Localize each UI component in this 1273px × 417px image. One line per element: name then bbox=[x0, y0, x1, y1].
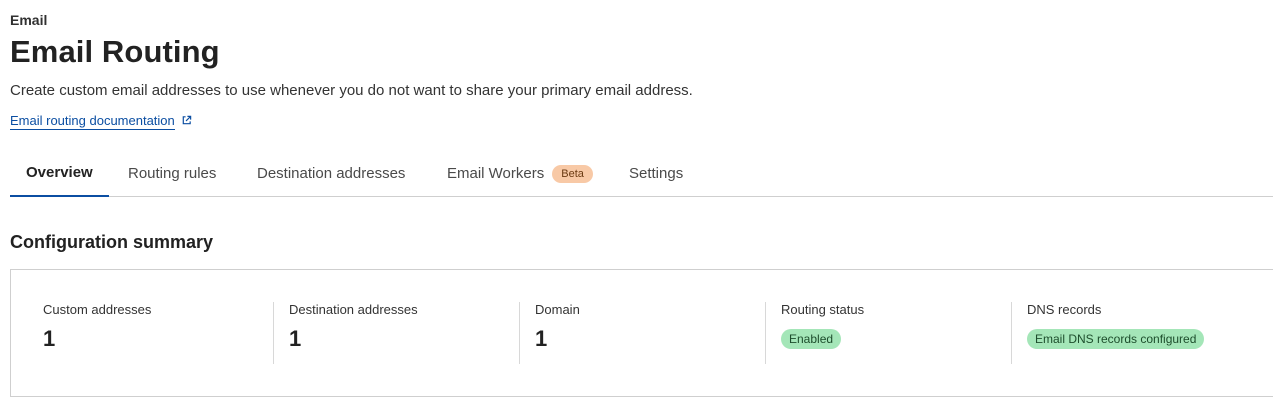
stat-value: 1 bbox=[43, 326, 56, 351]
status-badge: Enabled bbox=[781, 329, 842, 349]
breadcrumb: Email bbox=[10, 12, 48, 28]
tab-destination-addresses[interactable]: Destination addresses bbox=[257, 150, 405, 197]
tab-label: Overview bbox=[26, 164, 93, 181]
external-link-icon bbox=[181, 114, 192, 129]
tab-label: Routing rules bbox=[128, 165, 217, 182]
tab-label: Destination addresses bbox=[257, 165, 406, 182]
stat-routing-status: Routing status Enabled bbox=[781, 302, 864, 364]
stat-label: Destination addresses bbox=[289, 302, 418, 317]
divider bbox=[273, 302, 274, 364]
tab-routing-rules[interactable]: Routing rules bbox=[128, 150, 216, 197]
tab-email-workers[interactable]: Email Workers Beta bbox=[447, 150, 593, 197]
stat-label: Custom addresses bbox=[43, 302, 152, 317]
tab-label: Settings bbox=[629, 165, 684, 182]
beta-badge: Beta bbox=[552, 164, 593, 183]
stat-domain: Domain 1 bbox=[535, 302, 580, 364]
tab-overview[interactable]: Overview bbox=[10, 150, 109, 197]
stat-label: Routing status bbox=[781, 302, 865, 317]
divider bbox=[519, 302, 520, 364]
configuration-summary-card: Custom addresses 1 Destination addresses… bbox=[10, 269, 1273, 397]
page-description: Create custom email addresses to use whe… bbox=[10, 82, 693, 99]
section-title: Configuration summary bbox=[10, 232, 214, 252]
divider bbox=[1011, 302, 1012, 364]
divider bbox=[765, 302, 766, 364]
documentation-link-label: Email routing documentation bbox=[10, 113, 175, 130]
documentation-link[interactable]: Email routing documentation bbox=[10, 113, 192, 130]
tab-label: Email Workers bbox=[447, 165, 545, 182]
page-title: Email Routing bbox=[10, 34, 220, 69]
stat-label: Domain bbox=[535, 302, 580, 317]
tab-bar: Overview Routing rules Destination addre… bbox=[10, 150, 1273, 197]
stat-value: 1 bbox=[535, 326, 548, 351]
stat-label: DNS records bbox=[1027, 302, 1102, 317]
stat-destination-addresses: Destination addresses 1 bbox=[289, 302, 418, 364]
tab-settings[interactable]: Settings bbox=[629, 150, 683, 197]
stat-custom-addresses: Custom addresses 1 bbox=[43, 302, 151, 364]
stat-value: 1 bbox=[289, 326, 302, 351]
stat-dns-records: DNS records Email DNS records configured bbox=[1027, 302, 1205, 364]
status-badge: Email DNS records configured bbox=[1027, 329, 1205, 349]
